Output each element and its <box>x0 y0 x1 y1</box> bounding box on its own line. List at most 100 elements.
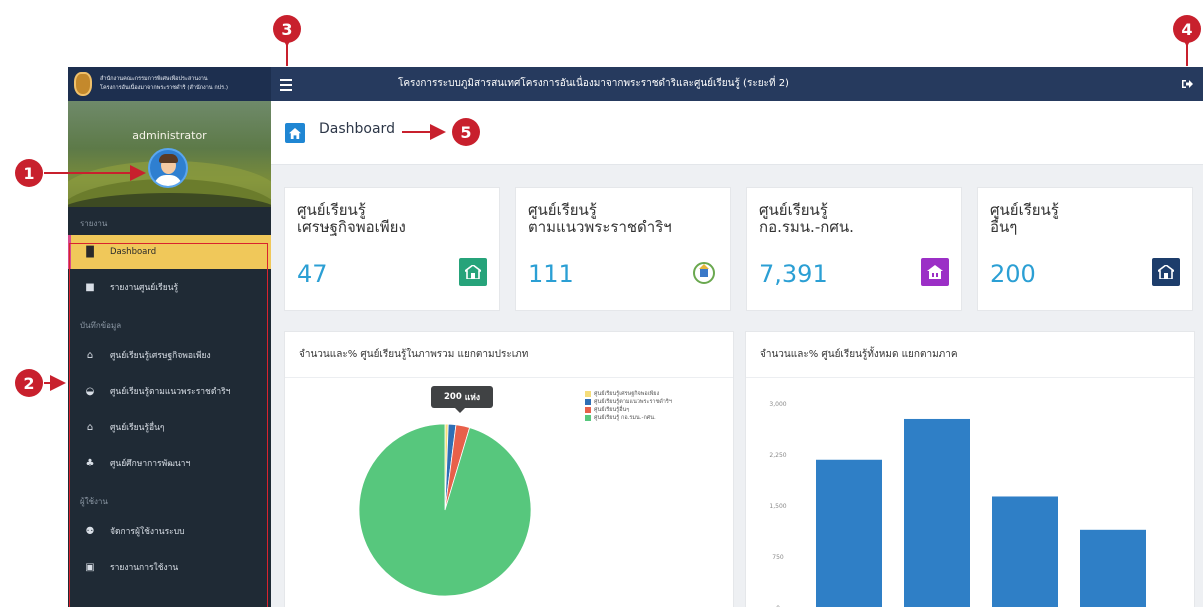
sidebar-item[interactable]: ⌂ ศูนย์เรียนรู้เศรษฐกิจพอเพียง <box>68 337 271 373</box>
bar-chart: 3,0002,2501,5007500 <box>769 401 1146 607</box>
house-icon: ⌂ <box>86 349 94 361</box>
emblem-icon: ◒ <box>85 385 95 397</box>
sidebar-item[interactable]: ⌂ ศูนย์เรียนรู้อื่นๆ <box>68 409 271 445</box>
top-bar: สำนักงานคณะกรรมการพิเศษเพื่อประสานงาน โค… <box>68 67 1203 101</box>
menu-section-header: บันทึกข้อมูล <box>80 321 122 330</box>
legend-item[interactable]: ศูนย์เรียนรู้ตามแนวพระราชดำริฯ <box>585 398 672 406</box>
legend-label: ศูนย์เรียนรู้เศรษฐกิจพอเพียง <box>594 391 660 397</box>
card-title-line-2: อื่นๆ <box>990 218 1018 236</box>
legend-swatch <box>585 391 591 397</box>
card-title: ศูนย์เรียนรู้ อื่นๆ <box>990 202 1059 236</box>
bar[interactable] <box>904 418 970 607</box>
y-tick-label: 2,250 <box>769 452 786 459</box>
pie-legend: ศูนย์เรียนรู้เศรษฐกิจพอเพียงศูนย์เรียนรู… <box>585 390 672 422</box>
card-value: 111 <box>528 260 574 288</box>
y-tick-label: 1,500 <box>769 503 786 510</box>
brand-line-2: โครงการอันเนื่องมาจากพระราชดำริ (สำนักงา… <box>100 85 228 91</box>
marker-3: 3 <box>273 15 301 43</box>
page-title: Dashboard <box>319 121 395 137</box>
menu-section-header: ผู้ใช้งาน <box>80 497 108 506</box>
summary-card[interactable]: ศูนย์เรียนรู้ เศรษฐกิจพอเพียง 47 <box>284 187 500 311</box>
pie-tooltip: 200 แห่ง <box>431 386 493 408</box>
bar[interactable] <box>992 496 1058 607</box>
pie-slice[interactable] <box>358 423 532 597</box>
sidebar-item-label: ศูนย์เรียนรู้อื่นๆ <box>110 423 165 433</box>
sidebar-item-label: Dashboard <box>110 247 157 257</box>
card-title: ศูนย์เรียนรู้ ตามแนวพระราชดำริฯ <box>528 202 672 236</box>
sidebar-menu: รายงาน ▐▌ Dashboard ■ รายงานศูนย์เรียนรู้บัน… <box>68 207 271 585</box>
logout-icon[interactable] <box>1179 76 1195 92</box>
summary-card[interactable]: ศูนย์เรียนรู้ กอ.รมน.-กศน. 7,391 <box>746 187 962 311</box>
card-title-line-1: ศูนย์เรียนรู้ <box>528 201 597 219</box>
sidebar-item-label: รายงานการใช้งาน <box>110 563 179 573</box>
y-tick-label: 750 <box>772 554 784 561</box>
building-icon <box>921 258 949 286</box>
legend-swatch <box>585 415 591 421</box>
card-title-line-2: ตามแนวพระราชดำริฯ <box>528 218 672 236</box>
app-window: สำนักงานคณะกรรมการพิเศษเพื่อประสานงาน โค… <box>68 67 1203 607</box>
sidebar-item[interactable]: ■ รายงานศูนย์เรียนรู้ <box>68 269 271 305</box>
screenshot-stage: สำนักงานคณะกรรมการพิเศษเพื่อประสานงาน โค… <box>0 0 1203 607</box>
sidebar-item[interactable]: ⚉ จัดการผู้ใช้งานระบบ <box>68 513 271 549</box>
card-title-line-1: ศูนย์เรียนรู้ <box>759 201 828 219</box>
menu-section-header: รายงาน <box>80 219 108 228</box>
sidebar-item-label: รายงานศูนย์เรียนรู้ <box>110 283 179 293</box>
summary-cards: ศูนย์เรียนรู้ เศรษฐกิจพอเพียง 47 ศูนย์เรียน… <box>284 187 1194 311</box>
system-title: โครงการระบบภูมิสารสนเทศโครงการอันเนื่องม… <box>398 78 789 89</box>
profile-panel: administrator <box>68 101 271 207</box>
bar-chart-title: จำนวนและ% ศูนย์เรียนรู้ทั้งหมด แยกตามภาค <box>746 332 1194 378</box>
brand-text: สำนักงานคณะกรรมการพิเศษเพื่อประสานงาน โค… <box>100 75 228 93</box>
bar-chart-panel: จำนวนและ% ศูนย์เรียนรู้ทั้งหมด แยกตามภาค… <box>745 331 1195 607</box>
y-tick-label: 3,000 <box>769 401 786 408</box>
tooltip-arrow <box>455 408 465 413</box>
legend-item[interactable]: ศูนย์เรียนรู้เศรษฐกิจพอเพียง <box>585 390 672 398</box>
marker-1: 1 <box>15 159 43 187</box>
page-header: Dashboard <box>271 101 1203 165</box>
card-title-line-1: ศูนย์เรียนรู้ <box>297 201 366 219</box>
users-icon: ⚉ <box>85 525 95 537</box>
brand-line-1: สำนักงานคณะกรรมการพิเศษเพื่อประสานงาน <box>100 76 208 82</box>
home-icon[interactable] <box>285 123 305 143</box>
legend-swatch <box>585 407 591 413</box>
home-icon: ⌂ <box>86 421 94 433</box>
card-value: 47 <box>297 260 328 288</box>
summary-card[interactable]: ศูนย์เรียนรู้ ตามแนวพระราชดำริฯ 111 <box>515 187 731 311</box>
marker-2: 2 <box>15 369 43 397</box>
tooltip-unit: แห่ง <box>464 393 480 403</box>
tooltip-count: 200 <box>444 392 462 402</box>
pie-chart-title: จำนวนและ% ศูนย์เรียนรู้ในภาพรวม แยกตามปร… <box>285 332 733 378</box>
group-icon: ♣ <box>85 457 95 469</box>
house-icon <box>459 258 487 286</box>
summary-card[interactable]: ศูนย์เรียนรู้ อื่นๆ 200 <box>977 187 1193 311</box>
sidebar-item[interactable]: ♣ ศูนย์ศึกษาการพัฒนาฯ <box>68 445 271 481</box>
profile-username: administrator <box>132 129 207 142</box>
marker-4: 4 <box>1173 15 1201 43</box>
marker-5: 5 <box>452 118 480 146</box>
hamburger-icon[interactable] <box>280 76 292 92</box>
bar[interactable] <box>816 459 882 607</box>
user-avatar[interactable] <box>148 148 188 188</box>
main-content: Dashboard ศูนย์เรียนรู้ เศรษฐกิจพอเพียง 47… <box>271 101 1203 607</box>
card-title-line-2: กอ.รมน.-กศน. <box>759 218 854 236</box>
card-title-line-1: ศูนย์เรียนรู้ <box>990 201 1059 219</box>
sidebar-item[interactable]: ▣ รายงานการใช้งาน <box>68 549 271 585</box>
legend-item[interactable]: ศูนย์เรียนรู้ กอ.รมน.-กศน. <box>585 414 672 422</box>
sidebar-item-label: จัดการผู้ใช้งานระบบ <box>110 527 185 537</box>
sidebar-item-label: ศูนย์เรียนรู้เศรษฐกิจพอเพียง <box>110 351 211 361</box>
card-title: ศูนย์เรียนรู้ เศรษฐกิจพอเพียง <box>297 202 406 236</box>
bar[interactable] <box>1080 529 1146 607</box>
emblem-icon <box>690 258 718 286</box>
card-value: 7,391 <box>759 260 828 288</box>
legend-label: ศูนย์เรียนรู้อื่นๆ <box>594 407 630 413</box>
report-icon: ▣ <box>85 561 95 573</box>
legend-label: ศูนย์เรียนรู้ กอ.รมน.-กศน. <box>594 415 656 421</box>
legend-label: ศูนย์เรียนรู้ตามแนวพระราชดำริฯ <box>594 399 672 405</box>
sidebar-item[interactable]: ▐▌ Dashboard <box>68 235 271 269</box>
sidebar-item-label: ศูนย์เรียนรู้ตามแนวพระราชดำริฯ <box>110 387 231 397</box>
legend-item[interactable]: ศูนย์เรียนรู้อื่นๆ <box>585 406 672 414</box>
bar-chart-icon: ▐▌ <box>82 246 98 258</box>
sidebar-item[interactable]: ◒ ศูนย์เรียนรู้ตามแนวพระราชดำริฯ <box>68 373 271 409</box>
card-title-line-2: เศรษฐกิจพอเพียง <box>297 218 406 236</box>
agency-logo <box>74 72 92 96</box>
brand[interactable]: สำนักงานคณะกรรมการพิเศษเพื่อประสานงาน โค… <box>68 67 271 101</box>
